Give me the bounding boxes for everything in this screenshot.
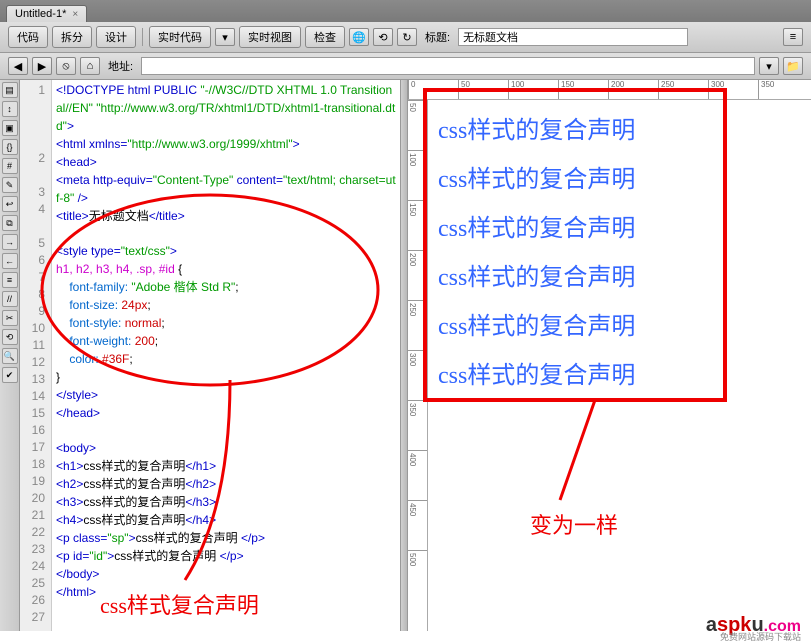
preview-h4: css样式的复合声明 [438,257,805,292]
back-icon[interactable]: ◀ [8,57,28,75]
options-icon[interactable]: ⟲ [373,28,393,46]
preview-h3: css样式的复合声明 [438,208,805,243]
code-view-button[interactable]: 代码 [8,26,48,48]
stop-icon[interactable]: ⦸ [56,57,76,75]
tool-balance-braces-icon[interactable]: {} [2,139,18,155]
title-label: 标题: [425,29,450,45]
tool-syntax-icon[interactable]: ⧉ [2,215,18,231]
tool-validate-icon[interactable]: ✔ [2,367,18,383]
home-icon[interactable]: ⌂ [80,57,100,75]
tool-recent-icon[interactable]: ⟲ [2,329,18,345]
tab-bar: Untitled-1* × [0,0,811,22]
tool-outdent-icon[interactable]: ← [2,253,18,269]
globe-icon[interactable]: 🌐 [349,28,369,46]
tool-select-parent-icon[interactable]: ▣ [2,120,18,136]
address-dropdown-icon[interactable]: ▾ [759,57,779,75]
address-label: 地址: [108,58,133,74]
tool-wrap-icon[interactable]: ↩ [2,196,18,212]
preview-p-sp: css样式的复合声明 [438,306,805,341]
preview-h2: css样式的复合声明 [438,159,805,194]
document-title-input[interactable] [458,28,688,46]
live-code-dropdown-icon[interactable]: ▾ [215,28,235,46]
forward-icon[interactable]: ▶ [32,57,52,75]
split-view-button[interactable]: 拆分 [52,26,92,48]
horizontal-ruler: 050100150200250300350 [408,80,811,100]
browse-icon[interactable]: 📁 [783,57,803,75]
preview-body[interactable]: css样式的复合声明 css样式的复合声明 css样式的复合声明 css样式的复… [428,100,811,631]
watermark-subtitle: 免费网站源码下载站 [720,630,801,643]
tool-snippet-icon[interactable]: ✂ [2,310,18,326]
line-number-gutter: 1 2 34 567891011121314151617181920212223… [20,80,52,631]
inspect-button[interactable]: 检查 [305,26,345,48]
tool-open-docs-icon[interactable]: ▤ [2,82,18,98]
main-toolbar: 代码 拆分 设计 实时代码 ▾ 实时视图 检查 🌐 ⟲ ↻ 标题: ≡ [0,22,811,53]
tool-format-icon[interactable]: ≡ [2,272,18,288]
tool-collapse-icon[interactable]: ↕ [2,101,18,117]
tool-comment-icon[interactable]: // [2,291,18,307]
code-vertical-toolbar: ▤ ↕ ▣ {} # ✎ ↩ ⧉ → ← ≡ // ✂ ⟲ 🔍 ✔ [0,80,20,631]
panel-menu-icon[interactable]: ≡ [783,28,803,46]
separator [142,28,143,46]
code-text: <!DOCTYPE html PUBLIC [56,83,200,97]
tab-close-icon[interactable]: × [72,9,78,20]
code-editor[interactable]: <!DOCTYPE html PUBLIC "-//W3C//DTD XHTML… [52,80,400,631]
design-view-button[interactable]: 设计 [96,26,136,48]
preview-h1: css样式的复合声明 [438,110,805,145]
document-tab[interactable]: Untitled-1* × [6,5,87,22]
preview-p-id: css样式的复合声明 [438,355,805,390]
live-view-button[interactable]: 实时视图 [239,26,301,48]
tool-highlight-icon[interactable]: ✎ [2,177,18,193]
design-preview: 050100150200250300350 501001502002503003… [408,80,811,631]
tab-title: Untitled-1* [15,8,66,20]
tool-indent-icon[interactable]: → [2,234,18,250]
main-area: ▤ ↕ ▣ {} # ✎ ↩ ⧉ → ← ≡ // ✂ ⟲ 🔍 ✔ 1 2 34… [0,80,811,631]
tool-line-numbers-icon[interactable]: # [2,158,18,174]
vertical-ruler: 50100150200250300350400450500 [408,100,428,631]
split-handle[interactable] [400,80,408,631]
tool-search-icon[interactable]: 🔍 [2,348,18,364]
refresh-icon[interactable]: ↻ [397,28,417,46]
address-input[interactable] [141,57,755,75]
address-toolbar: ◀ ▶ ⦸ ⌂ 地址: ▾ 📁 [0,53,811,80]
live-code-button[interactable]: 实时代码 [149,26,211,48]
